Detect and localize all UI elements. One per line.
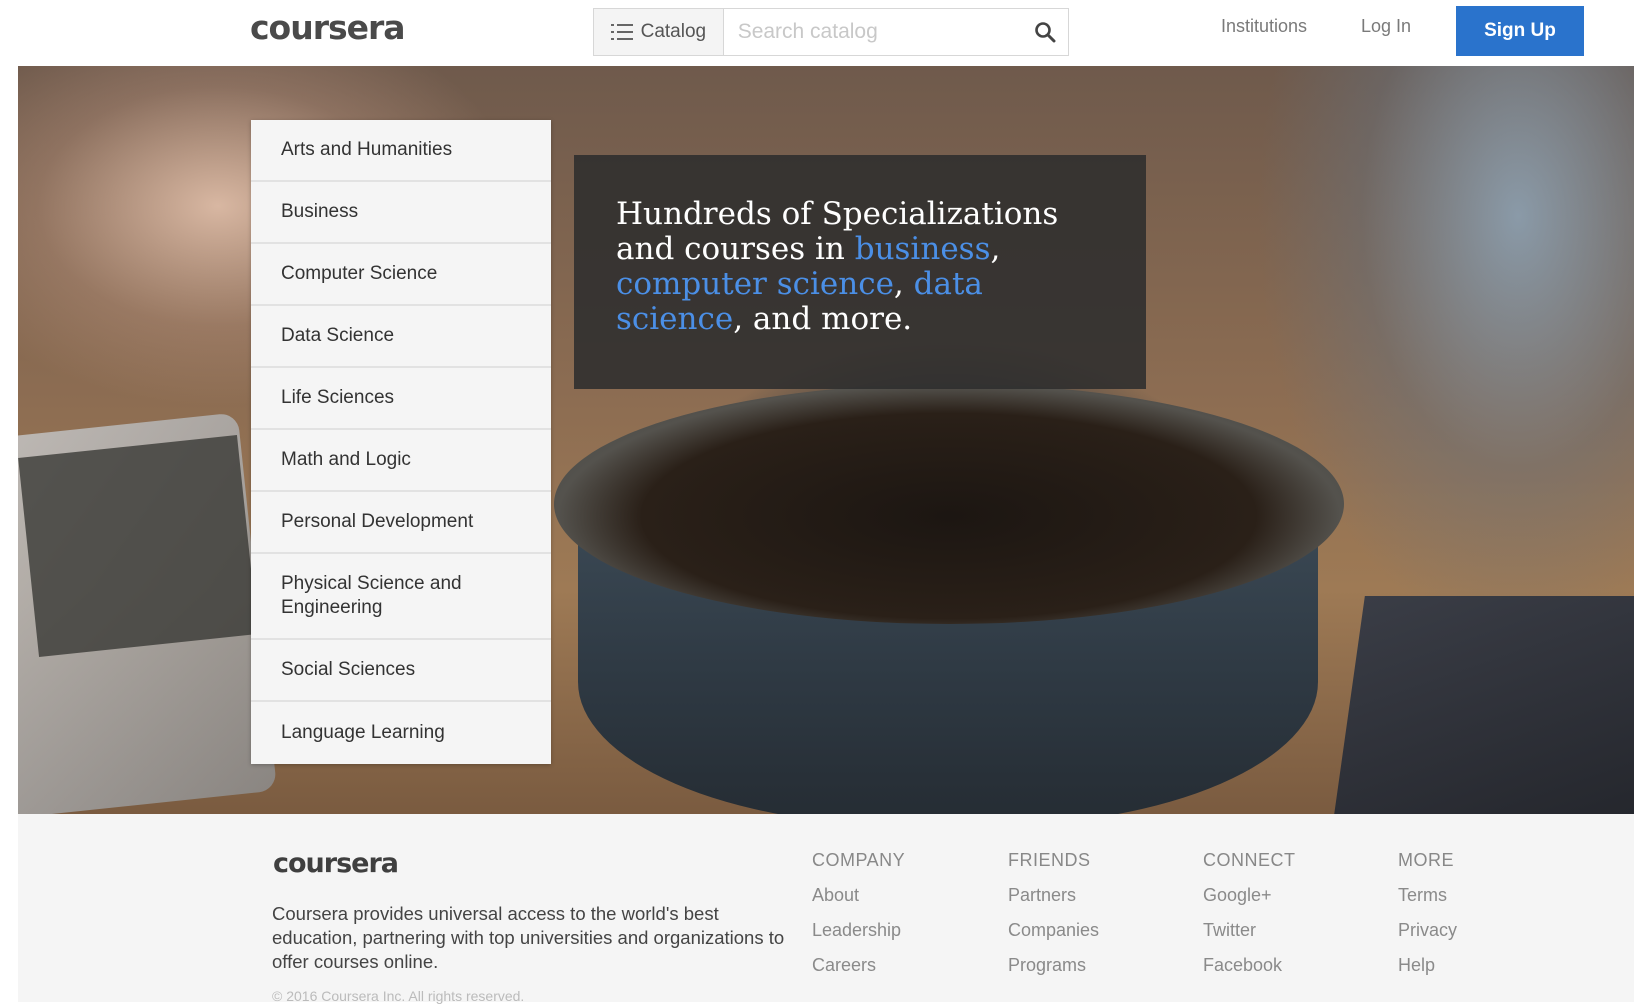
footer-link-about[interactable]: About [812,885,905,906]
tagline-link-computer-science[interactable]: computer science [616,266,894,302]
footer-link-terms[interactable]: Terms [1398,885,1457,906]
institutions-link[interactable]: Institutions [1221,16,1307,37]
top-header: coursera Catalog Institutions Log In Sig… [0,0,1634,66]
footer-link-leadership[interactable]: Leadership [812,920,905,941]
footer-link-facebook[interactable]: Facebook [1203,955,1296,976]
footer: coursera Coursera provides universal acc… [18,814,1634,1004]
search-bar: Catalog [593,8,1069,56]
catalog-button[interactable]: Catalog [594,9,724,55]
login-link[interactable]: Log In [1361,16,1411,37]
footer-column-friends: FRIENDS Partners Companies Programs [1008,850,1099,990]
tagline-link-business[interactable]: business [855,231,991,267]
footer-column-title: CONNECT [1203,850,1296,870]
footer-link-help[interactable]: Help [1398,955,1457,976]
footer-column-connect: CONNECT Google+ Twitter Facebook [1203,850,1296,990]
catalog-label: Catalog [640,21,707,42]
footer-logo[interactable]: coursera [273,848,399,879]
hero-photo-bowl-rim [554,384,1344,624]
category-item-life-sciences[interactable]: Life Sciences [251,368,551,430]
footer-link-privacy[interactable]: Privacy [1398,920,1457,941]
footer-column-title: COMPANY [812,850,906,870]
category-item-data-science[interactable]: Data Science [251,306,551,368]
list-icon [610,23,633,41]
footer-column-company: COMPANY About Leadership Careers [812,850,905,990]
footer-column-title: MORE [1398,850,1454,870]
category-item-personal-development[interactable]: Personal Development [251,492,551,554]
category-item-computer-science[interactable]: Computer Science [251,244,551,306]
coursera-logo[interactable]: coursera [250,8,406,47]
hero-photo-notebook [1331,596,1634,814]
footer-link-careers[interactable]: Careers [812,955,905,976]
search-input[interactable] [723,9,1023,55]
footer-link-partners[interactable]: Partners [1008,885,1099,906]
tagline-suffix: , and more. [733,301,913,337]
footer-link-companies[interactable]: Companies [1008,920,1099,941]
category-item-business[interactable]: Business [251,182,551,244]
category-item-language-learning[interactable]: Language Learning [251,702,551,764]
tagline-separator: , [990,231,1001,267]
tagline: Hundreds of Specializations and courses … [616,197,1106,337]
search-icon[interactable] [1023,9,1068,55]
footer-link-twitter[interactable]: Twitter [1203,920,1296,941]
footer-column-title: FRIENDS [1008,850,1091,870]
footer-description: Coursera provides universal access to th… [272,903,785,972]
hero-photo-keyboard [18,435,258,657]
footer-column-more: MORE Terms Privacy Help [1398,850,1457,990]
category-menu: Arts and Humanities Business Computer Sc… [251,120,551,764]
category-item-physical-science-engineering[interactable]: Physical Science and Engineering [251,554,551,640]
category-item-social-sciences[interactable]: Social Sciences [251,640,551,702]
category-item-arts-humanities[interactable]: Arts and Humanities [251,120,551,182]
footer-link-google-plus[interactable]: Google+ [1203,885,1296,906]
tagline-box: Hundreds of Specializations and courses … [574,155,1146,389]
tagline-separator: , [893,266,914,302]
category-item-math-logic[interactable]: Math and Logic [251,430,551,492]
signup-button[interactable]: Sign Up [1456,6,1584,56]
footer-link-programs[interactable]: Programs [1008,955,1099,976]
